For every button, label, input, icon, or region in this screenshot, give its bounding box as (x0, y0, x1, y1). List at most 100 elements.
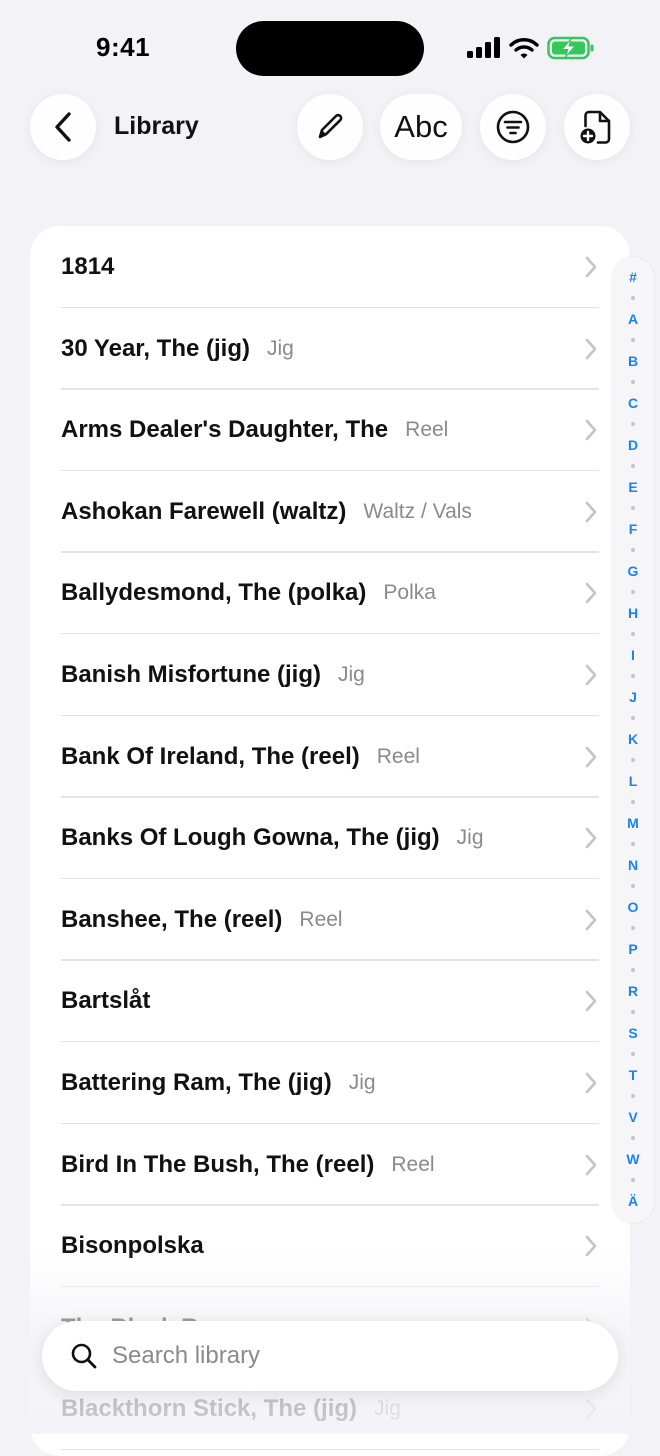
back-button[interactable] (30, 94, 96, 160)
index-letter[interactable]: O (612, 899, 654, 915)
list-item[interactable]: Banish Misfortune (jig) Jig (30, 634, 630, 716)
index-separator-dot (631, 1094, 635, 1098)
index-letter[interactable]: I (612, 647, 654, 663)
index-letter[interactable]: R (612, 983, 654, 999)
tune-title: Battering Ram, The (jig) (61, 1069, 332, 1096)
index-letter[interactable]: J (612, 689, 654, 705)
chevron-right-icon (585, 419, 597, 441)
index-letter[interactable]: F (612, 521, 654, 537)
list-item-content: Banshee, The (reel) Reel (61, 879, 343, 961)
list-item-content: Arms Dealer's Daughter, The Reel (61, 389, 448, 471)
list-item[interactable]: Bartslåt (30, 960, 630, 1043)
edit-button[interactable] (297, 94, 363, 160)
index-letter[interactable]: M (612, 815, 654, 831)
index-letter[interactable]: S (612, 1025, 654, 1041)
tune-type: Jig (374, 1397, 401, 1421)
list-item-content: Bartslåt (61, 960, 150, 1042)
index-letter[interactable]: # (612, 269, 654, 285)
tune-title: Ashokan Farewell (waltz) (61, 497, 347, 525)
status-bar: 9:41 (0, 0, 660, 96)
list-item[interactable]: Battering Ram, The (jig) Jig (30, 1042, 630, 1124)
index-letter[interactable]: G (612, 563, 654, 579)
index-letter[interactable]: D (612, 437, 654, 453)
chevron-right-icon (585, 746, 597, 767)
index-letter[interactable]: N (612, 857, 654, 873)
chevron-right-icon (585, 664, 597, 686)
index-letter[interactable]: B (612, 353, 654, 369)
index-letter[interactable]: Ä (612, 1193, 654, 1209)
index-letter[interactable]: P (612, 941, 654, 957)
list-item[interactable]: Ballydesmond, The (polka) Polka (30, 552, 630, 635)
dynamic-island (236, 21, 424, 76)
chevron-right-icon (585, 1399, 597, 1420)
list-item-content: Ashokan Farewell (waltz) Waltz / Vals (61, 471, 472, 553)
search-input[interactable] (112, 1338, 592, 1374)
list-item[interactable]: Banks Of Lough Gowna, The (jig) Jig (30, 797, 630, 880)
index-separator-dot (631, 1052, 635, 1056)
index-letter[interactable]: V (612, 1109, 654, 1125)
tune-list: 1814 30 Year, The (jig) Jig Arms Dealer's D… (30, 226, 630, 1456)
index-letter[interactable]: W (612, 1151, 654, 1167)
tune-title: 30 Year, The (jig) (61, 334, 250, 362)
list-item[interactable]: Bank Of Ireland, The (reel) Reel (30, 716, 630, 798)
tune-type: Jig (348, 1071, 376, 1094)
status-icons (466, 34, 595, 62)
index-letter[interactable]: H (612, 605, 654, 621)
index-separator-dot (631, 800, 635, 804)
index-separator-dot (631, 632, 635, 636)
tune-title: Bartslåt (61, 987, 151, 1015)
tune-type: Jig (456, 826, 484, 850)
tune-title: Bank Of Ireland, The (reel) (61, 742, 360, 770)
cellular-signal-icon (467, 37, 500, 58)
list-item[interactable]: Arms Dealer's Daughter, The Reel (30, 389, 630, 472)
tune-title: Arms Dealer's Daughter, The (61, 416, 389, 444)
list-item-content: 30 Year, The (jig) Jig (61, 308, 294, 390)
chevron-right-icon (585, 827, 597, 849)
index-letter[interactable]: C (612, 395, 654, 411)
filter-button[interactable] (480, 94, 546, 160)
list-item-content: Bisonpolska (61, 1205, 204, 1287)
search-bar[interactable] (42, 1321, 618, 1391)
chevron-right-icon (585, 909, 597, 931)
new-document-button[interactable] (564, 94, 630, 160)
index-separator-dot (631, 338, 635, 342)
sort-alphabetical-button[interactable]: Abc (380, 94, 462, 160)
chevron-right-icon (585, 1235, 597, 1257)
list-item-content: Bird In The Bush, The (reel) Reel (61, 1124, 435, 1206)
chevron-right-icon (585, 338, 597, 359)
index-separator-dot (631, 422, 635, 426)
list-item[interactable]: 1814 (30, 226, 630, 308)
chevron-right-icon (585, 256, 597, 278)
list-item[interactable]: Banshee, The (reel) Reel (30, 879, 630, 961)
list-item[interactable]: Bird In The Bush, The (reel) Reel (30, 1124, 630, 1206)
list-item-content: Ballydesmond, The (polka) Polka (61, 552, 436, 634)
alphabet-index[interactable]: # A B C D E F G H I J K L M N O P R S T V W Ä (612, 257, 654, 1223)
page-title: Library (114, 112, 199, 140)
chevron-right-icon (585, 1072, 597, 1094)
list-item[interactable]: 30 Year, The (jig) Jig (30, 308, 630, 390)
index-separator-dot (631, 968, 635, 972)
index-separator-dot (631, 506, 635, 510)
index-letter[interactable]: E (612, 479, 654, 495)
index-separator-dot (631, 716, 635, 720)
index-separator-dot (631, 758, 635, 762)
navigation-toolbar: Library Abc (0, 94, 660, 160)
row-separator (61, 1448, 599, 1451)
list-item-content: 1814 (61, 226, 114, 308)
index-letter[interactable]: T (612, 1067, 654, 1083)
index-letter[interactable]: A (612, 311, 654, 327)
battery-charging-icon (547, 36, 594, 60)
tune-type: Reel (299, 907, 343, 931)
tune-title: Blackthorn Stick, The (jig) (61, 1395, 358, 1423)
status-time: 9:41 (96, 32, 151, 62)
tune-type: Jig (338, 663, 365, 686)
index-separator-dot (631, 884, 635, 888)
index-letter[interactable]: K (612, 731, 654, 747)
list-item-content: Bank Of Ireland, The (reel) Reel (61, 716, 420, 798)
list-item[interactable]: Ashokan Farewell (waltz) Waltz / Vals (30, 471, 630, 553)
list-item[interactable]: Bisonpolska (30, 1205, 630, 1288)
index-letter[interactable]: L (612, 773, 654, 789)
new-document-icon (580, 110, 611, 144)
chevron-right-icon (585, 501, 597, 523)
tune-title: Banish Misfortune (jig) (61, 661, 321, 688)
